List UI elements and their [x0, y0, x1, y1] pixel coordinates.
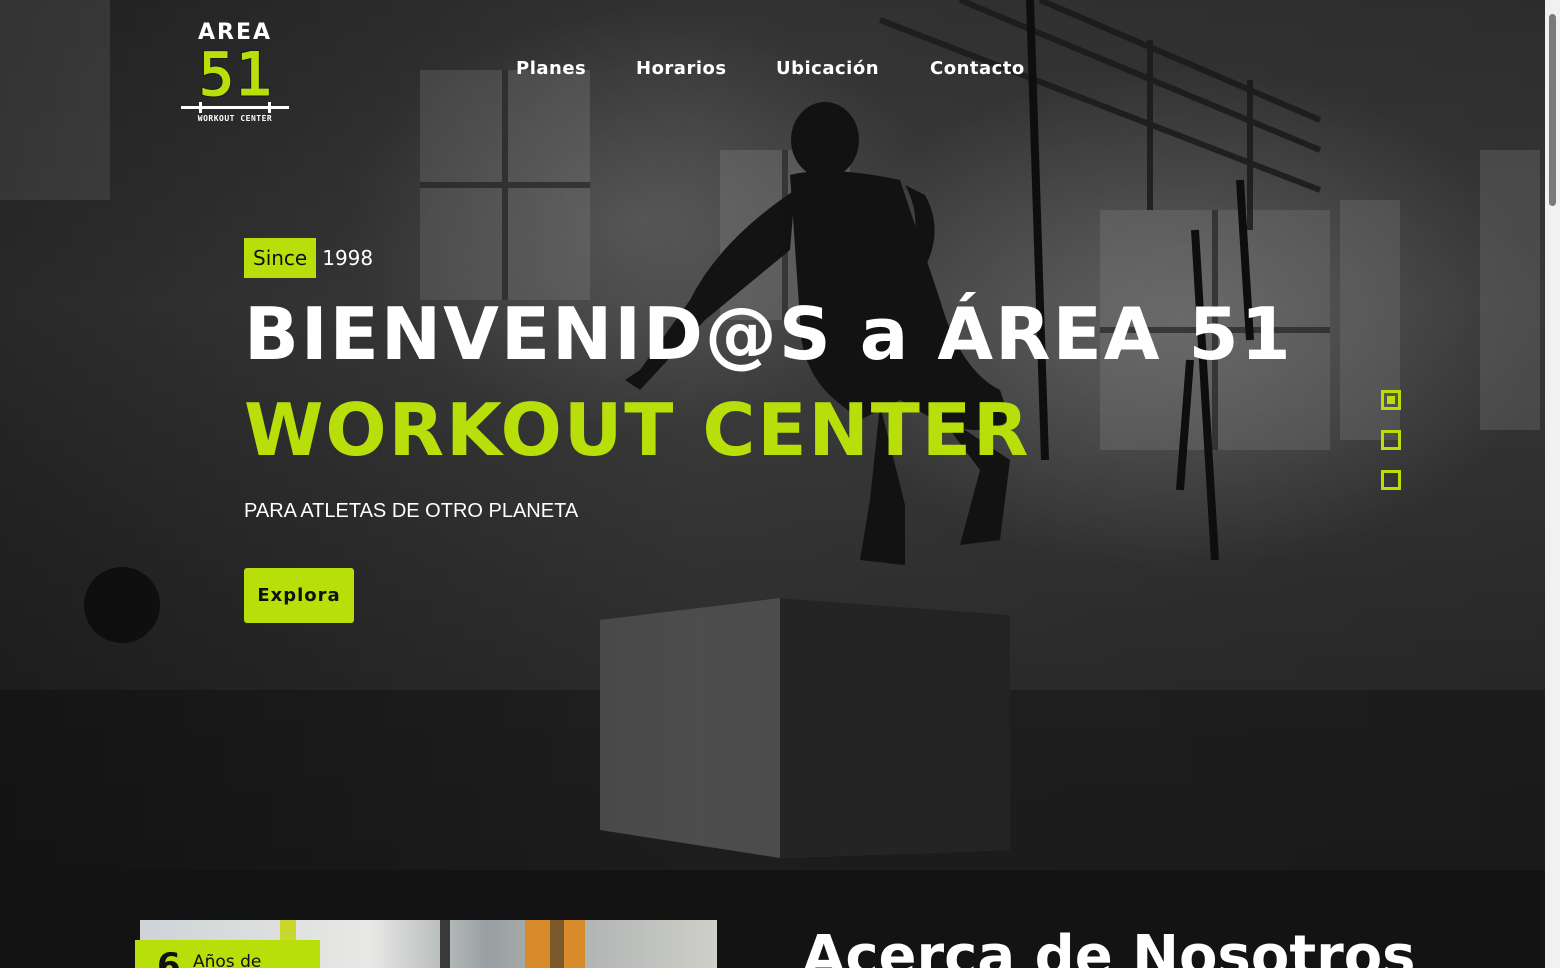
nav-item-contacto[interactable]: Contacto [930, 58, 1025, 79]
years-label: Años de [193, 952, 262, 968]
scrollbar-thumb[interactable] [1549, 14, 1556, 206]
years-number: 6 [157, 946, 181, 968]
brand-logo[interactable]: AREA 51 WORKOUT CENTER [178, 20, 292, 126]
hero-subtitle: WORKOUT CENTER [244, 388, 1031, 472]
since-badge: Since [244, 238, 317, 278]
years-badge: 6 Años de [135, 940, 320, 968]
slide-indicator-2[interactable] [1381, 430, 1401, 450]
logo-barbell [181, 102, 289, 113]
logo-sub-text: WORKOUT CENTER [197, 114, 273, 123]
page-scrollbar[interactable] [1545, 0, 1560, 968]
logo-number: 51 [197, 38, 273, 111]
slide-indicator-3[interactable] [1381, 470, 1401, 490]
about-section: 6 Años de Acerca de Nosotros [0, 870, 1545, 968]
nav-item-ubicacion[interactable]: Ubicación [776, 58, 879, 79]
slide-indicator-1[interactable] [1381, 390, 1401, 410]
since-year: 1998 [322, 246, 374, 270]
since-label-group: Since 1998 [244, 238, 373, 278]
hero-section: AREA 51 WORKOUT CENTER Planes Horarios U… [0, 0, 1545, 870]
hero-tagline: PARA ATLETAS DE OTRO PLANETA [244, 500, 579, 522]
nav-item-planes[interactable]: Planes [516, 58, 586, 79]
nav-item-horarios[interactable]: Horarios [636, 58, 727, 79]
explore-button[interactable]: Explora [244, 568, 354, 623]
about-title: Acerca de Nosotros [802, 924, 1416, 968]
hero-title: BIENVENID@S a ÁREA 51 [244, 292, 1293, 376]
